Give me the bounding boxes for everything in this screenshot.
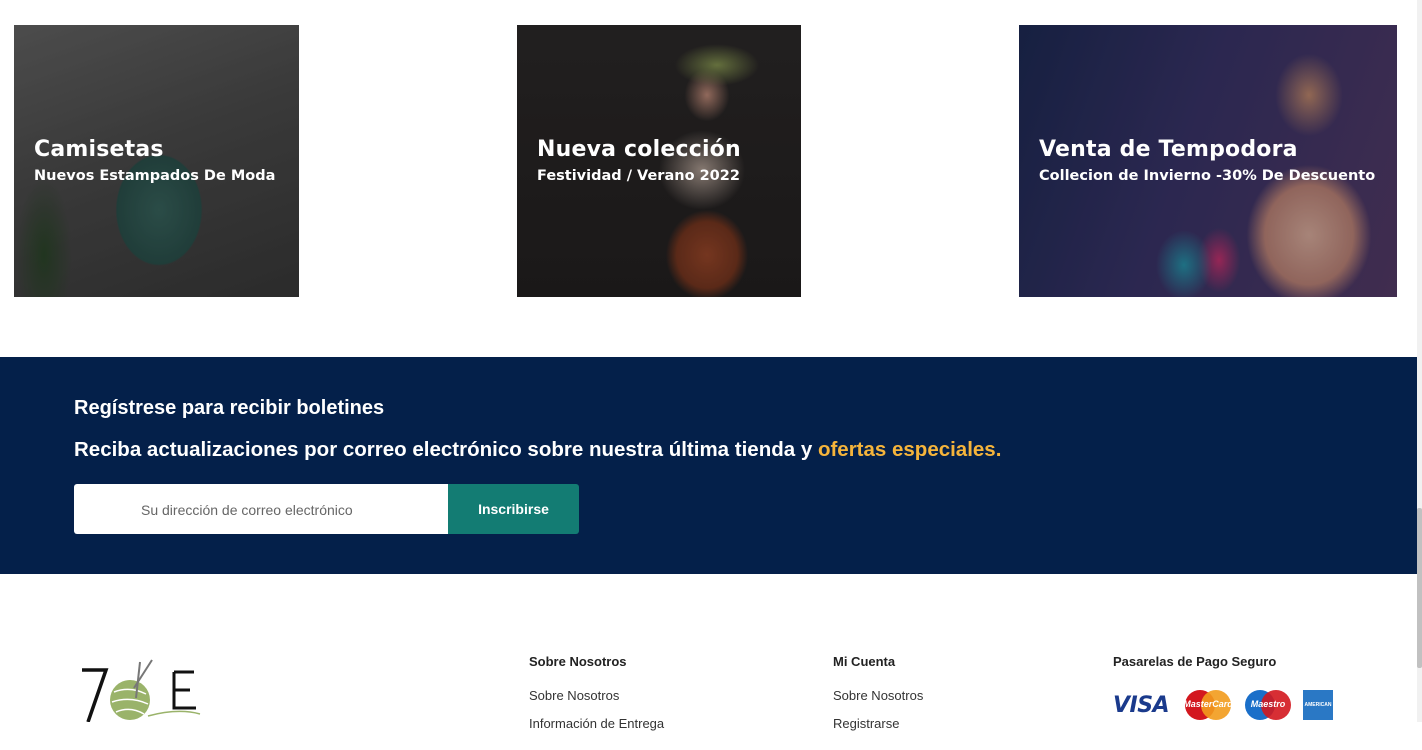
footer-link[interactable]: Sobre Nosotros xyxy=(833,689,923,703)
footer-col-pagos: Pasarelas de Pago Seguro VISA MasterCard… xyxy=(1113,654,1333,738)
footer-link[interactable]: Sobre Nosotros xyxy=(529,689,664,703)
scrollbar-thumb[interactable] xyxy=(1417,508,1422,668)
footer-col-title: Mi Cuenta xyxy=(833,654,896,669)
subscribe-button[interactable]: Inscribirse xyxy=(448,484,579,534)
newsletter-text: Reciba actualizaciones por correo electr… xyxy=(74,438,1002,461)
visa-icon: VISA xyxy=(1113,692,1170,718)
payment-cards: VISA MasterCard Maestro AMERICAN EXPRESS xyxy=(1113,689,1333,738)
amex-icon: AMERICAN EXPRESS xyxy=(1303,690,1333,738)
footer-col-sobre-nosotros: Sobre Nosotros Sobre Nosotros Informació… xyxy=(529,654,664,731)
banner-subtitle: Nuevos Estampados De Moda xyxy=(34,168,276,184)
newsletter-highlight: ofertas especiales. xyxy=(817,438,1002,461)
footer-link[interactable]: Información de Entrega xyxy=(529,717,664,731)
banner-subtitle: Festividad / Verano 2022 xyxy=(537,168,740,184)
site-logo[interactable] xyxy=(78,658,203,723)
banner-camisetas[interactable]: Camisetas Nuevos Estampados De Moda xyxy=(14,25,299,297)
footer-col-title: Pasarelas de Pago Seguro xyxy=(1113,654,1277,669)
footer-link[interactable]: Registrarse xyxy=(833,717,923,731)
banner-subtitle: Collecion de Invierno -30% De Descuento xyxy=(1039,168,1376,184)
banner-title: Camisetas xyxy=(34,137,164,162)
maestro-icon: Maestro xyxy=(1243,689,1293,721)
scrollbar[interactable] xyxy=(1417,0,1422,722)
banner-title: Venta de Tempodora xyxy=(1039,137,1298,162)
newsletter-section: Regístrese para recibir boletines Reciba… xyxy=(0,357,1417,574)
banner-venta-temporada[interactable]: Venta de Tempodora Collecion de Invierno… xyxy=(1019,25,1397,297)
email-input[interactable] xyxy=(139,484,443,536)
footer-col-title: Sobre Nosotros xyxy=(529,654,627,669)
email-field-wrapper xyxy=(74,484,448,536)
footer-col-mi-cuenta: Mi Cuenta Sobre Nosotros Registrarse xyxy=(833,654,923,731)
banner-nueva-coleccion[interactable]: Nueva colección Festividad / Verano 2022 xyxy=(517,25,801,297)
mastercard-icon: MasterCard xyxy=(1183,689,1233,721)
banner-title: Nueva colección xyxy=(537,137,741,162)
newsletter-heading: Regístrese para recibir boletines xyxy=(74,397,385,419)
